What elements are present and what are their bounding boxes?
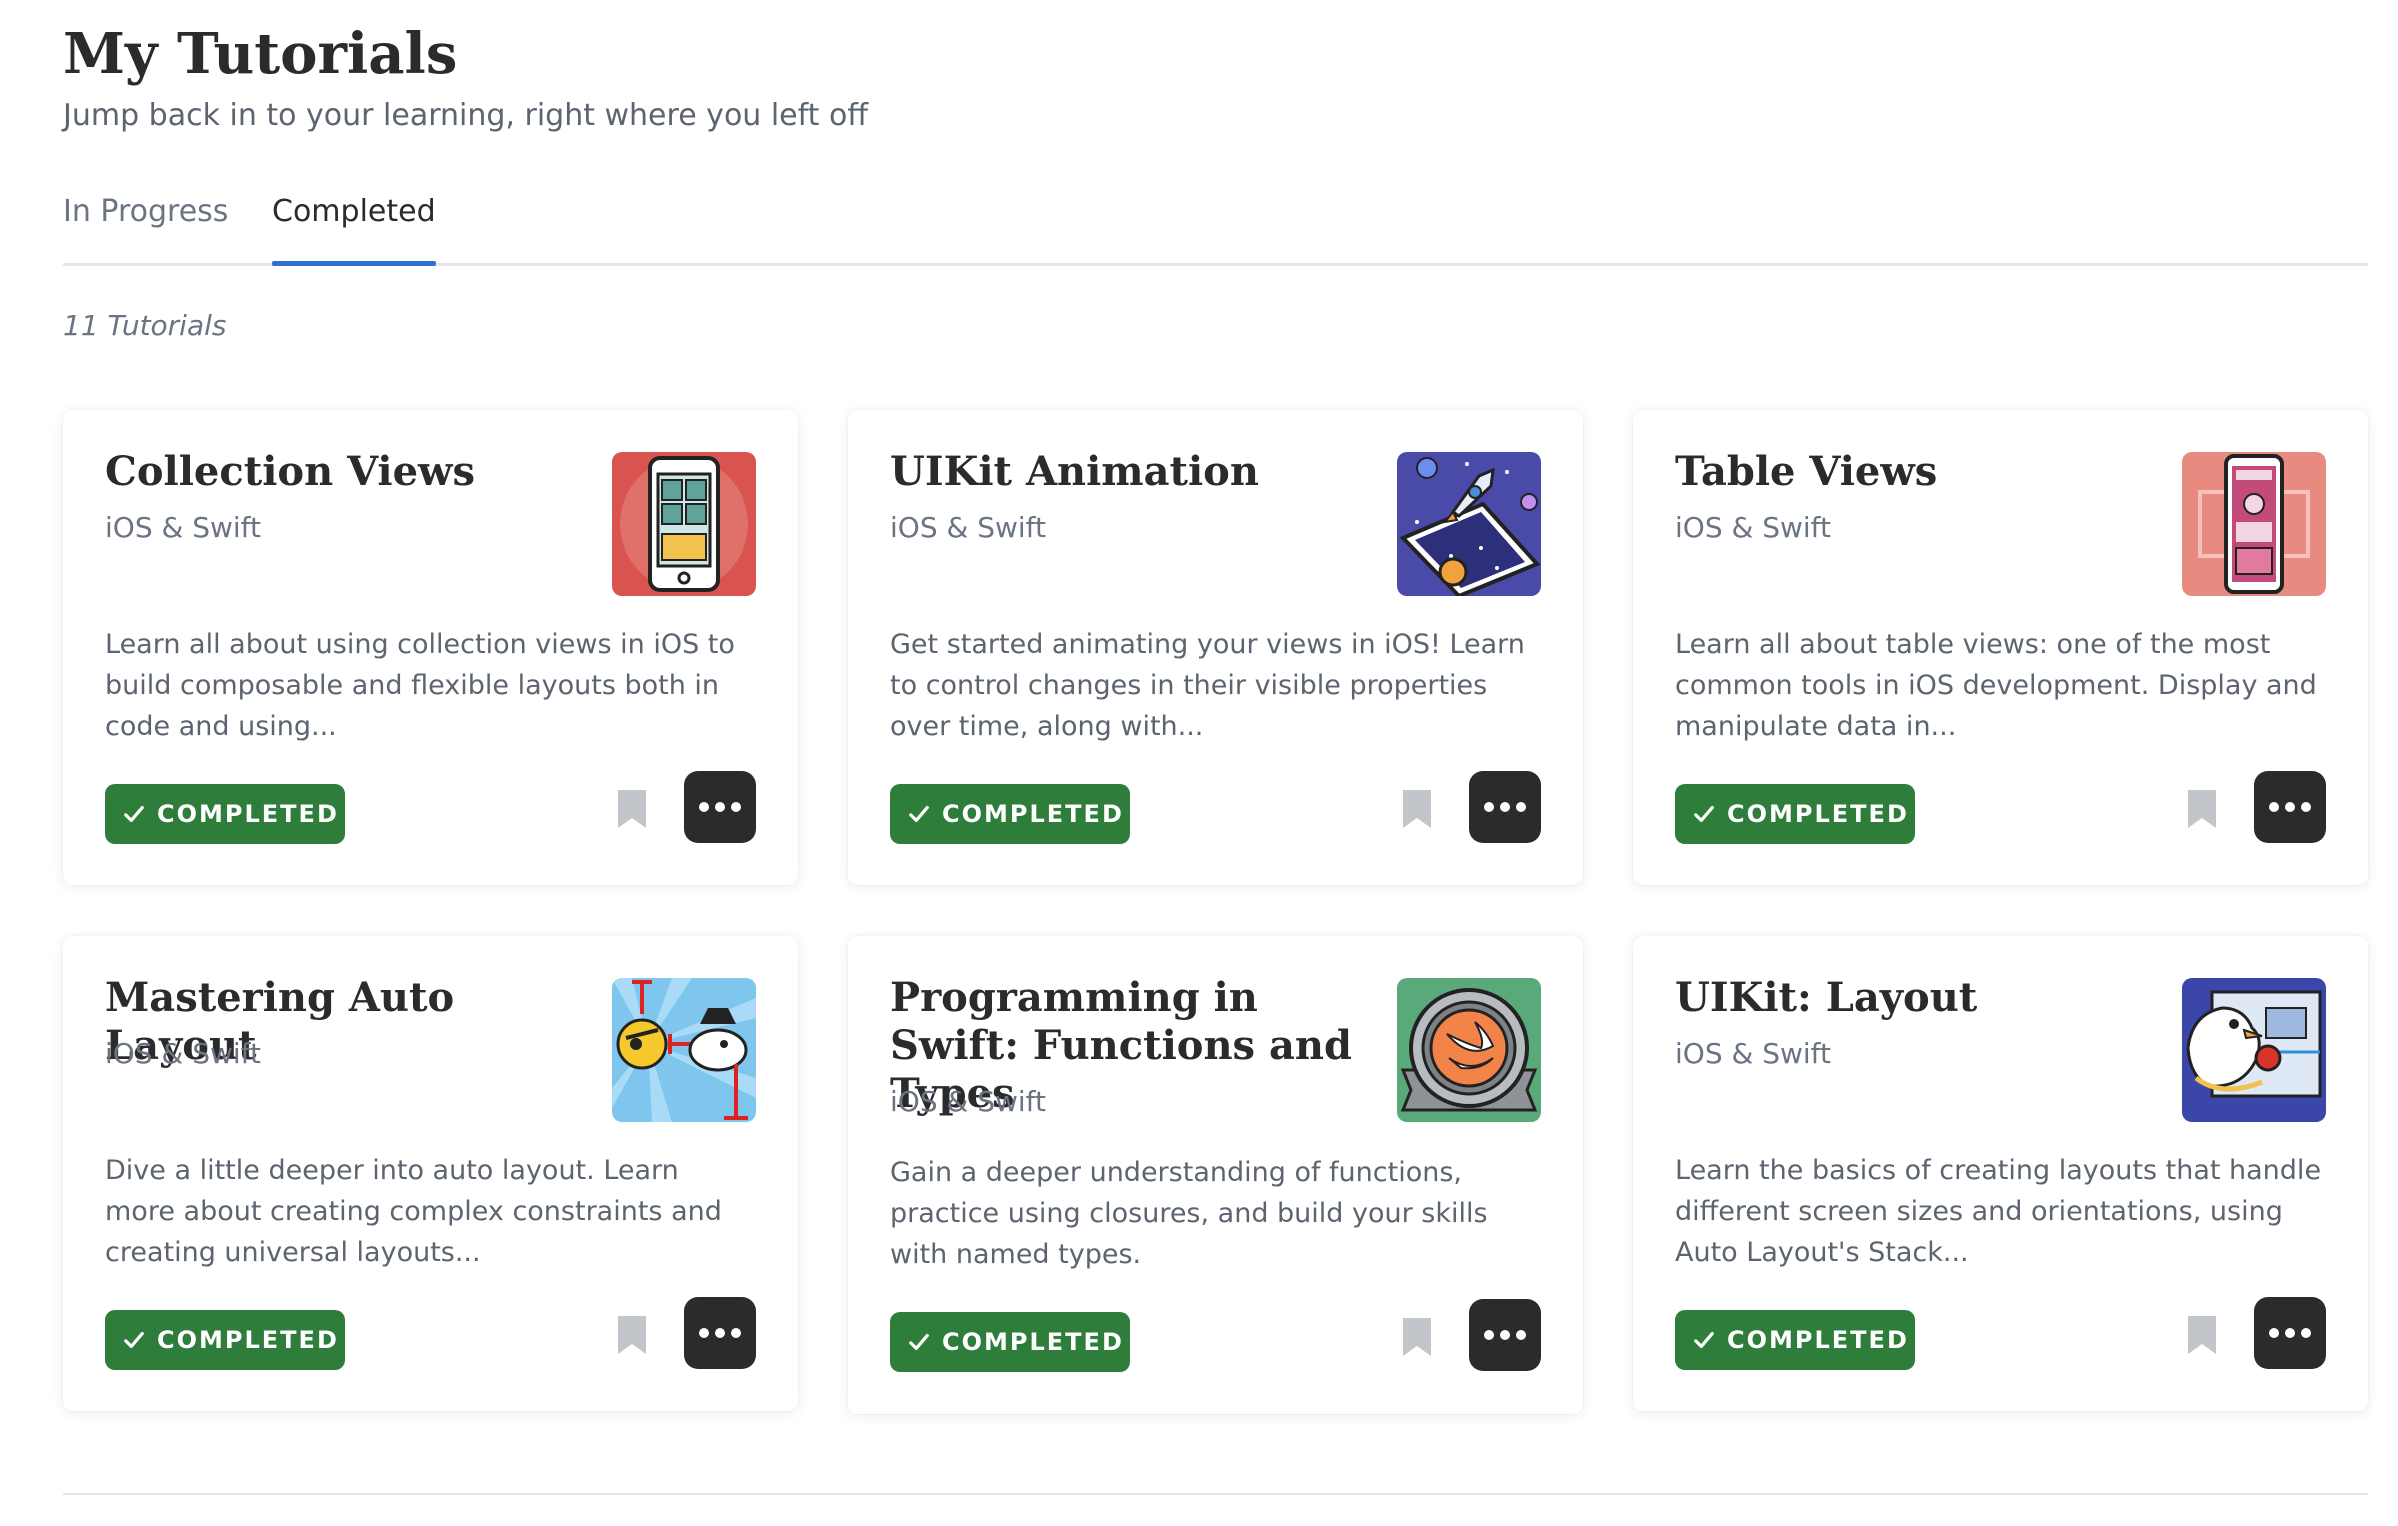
tutorial-card[interactable]: Collection Views iOS & Swift Learn all a… bbox=[63, 410, 798, 885]
page-title: My Tutorials bbox=[63, 21, 458, 87]
phone-table-illustration-icon bbox=[2182, 452, 2326, 596]
bird-layout-illustration-icon bbox=[2182, 978, 2326, 1122]
pirate-sun-bird-illustration-icon bbox=[612, 978, 756, 1122]
completed-badge[interactable]: COMPLETED bbox=[890, 784, 1130, 844]
bookmark-icon[interactable] bbox=[1401, 1316, 1433, 1358]
section-divider bbox=[63, 1493, 2368, 1495]
card-category: iOS & Swift bbox=[105, 1037, 262, 1070]
tutorial-card[interactable]: Programming in Swift: Functions and Type… bbox=[848, 936, 1583, 1414]
card-category: iOS & Swift bbox=[1675, 1037, 1832, 1070]
more-options-button[interactable] bbox=[2254, 1297, 2326, 1369]
completed-badge[interactable]: COMPLETED bbox=[105, 784, 345, 844]
more-options-button[interactable] bbox=[684, 771, 756, 843]
rocket-phone-illustration-icon bbox=[1397, 452, 1541, 596]
card-thumbnail[interactable] bbox=[612, 452, 756, 596]
checkmark-icon bbox=[1694, 1331, 1714, 1349]
card-description: Get started animating your views in iOS!… bbox=[890, 629, 1525, 742]
card-category: iOS & Swift bbox=[1675, 511, 1832, 544]
checkmark-icon bbox=[909, 1333, 929, 1351]
swift-medal-illustration-icon bbox=[1397, 978, 1541, 1122]
checkmark-icon bbox=[124, 1331, 144, 1349]
card-description: Gain a deeper understanding of functions… bbox=[890, 1157, 1488, 1270]
card-category: iOS & Swift bbox=[890, 1085, 1047, 1118]
card-thumbnail[interactable] bbox=[2182, 978, 2326, 1122]
card-title[interactable]: Table Views bbox=[1675, 448, 2175, 496]
completed-badge-label: COMPLETED bbox=[942, 1328, 1124, 1356]
card-thumbnail[interactable] bbox=[1397, 452, 1541, 596]
bookmark-icon[interactable] bbox=[2186, 1314, 2218, 1356]
completed-badge[interactable]: COMPLETED bbox=[1675, 1310, 1915, 1370]
card-category: iOS & Swift bbox=[890, 511, 1047, 544]
completed-badge-label: COMPLETED bbox=[1727, 800, 1909, 828]
bookmark-icon[interactable] bbox=[616, 1314, 648, 1356]
checkmark-icon bbox=[1694, 805, 1714, 823]
completed-badge-label: COMPLETED bbox=[1727, 1326, 1909, 1354]
tutorial-card[interactable]: UIKit: Layout iOS & Swift Learn the basi… bbox=[1633, 936, 2368, 1411]
card-thumbnail[interactable] bbox=[2182, 452, 2326, 596]
completed-badge-label: COMPLETED bbox=[157, 1326, 339, 1354]
checkmark-icon bbox=[124, 805, 144, 823]
card-category: iOS & Swift bbox=[105, 511, 262, 544]
card-description: Dive a little deeper into auto layout. L… bbox=[105, 1155, 722, 1268]
more-options-button[interactable] bbox=[2254, 771, 2326, 843]
card-thumbnail[interactable] bbox=[612, 978, 756, 1122]
tutorial-card[interactable]: UIKit Animation iOS & Swift Get started … bbox=[848, 410, 1583, 885]
card-description: Learn all about table views: one of the … bbox=[1675, 629, 2317, 742]
card-description: Learn all about using collection views i… bbox=[105, 629, 735, 742]
completed-badge-label: COMPLETED bbox=[942, 800, 1124, 828]
tutorial-count: 11 Tutorials bbox=[63, 309, 227, 342]
completed-badge-label: COMPLETED bbox=[157, 800, 339, 828]
card-description: Learn the basics of creating layouts tha… bbox=[1675, 1155, 2322, 1268]
tab-completed[interactable]: Completed bbox=[272, 182, 436, 266]
card-thumbnail[interactable] bbox=[1397, 978, 1541, 1122]
more-options-button[interactable] bbox=[1469, 1299, 1541, 1371]
tutorial-card[interactable]: Mastering Auto Layout iOS & Swift Dive a… bbox=[63, 936, 798, 1411]
card-title[interactable]: UIKit: Layout bbox=[1675, 974, 2175, 1022]
tab-bar: In Progress Completed bbox=[63, 182, 2368, 266]
checkmark-icon bbox=[909, 805, 929, 823]
bookmark-icon[interactable] bbox=[616, 788, 648, 830]
bookmark-icon[interactable] bbox=[1401, 788, 1433, 830]
card-title[interactable]: Collection Views bbox=[105, 448, 605, 496]
page-subtitle: Jump back in to your learning, right whe… bbox=[63, 98, 868, 133]
more-options-button[interactable] bbox=[684, 1297, 756, 1369]
tutorial-card[interactable]: Table Views iOS & Swift Learn all about … bbox=[1633, 410, 2368, 885]
completed-badge[interactable]: COMPLETED bbox=[1675, 784, 1915, 844]
completed-badge[interactable]: COMPLETED bbox=[105, 1310, 345, 1370]
phone-grid-illustration-icon bbox=[612, 452, 756, 596]
card-title[interactable]: UIKit Animation bbox=[890, 448, 1390, 496]
more-options-button[interactable] bbox=[1469, 771, 1541, 843]
bookmark-icon[interactable] bbox=[2186, 788, 2218, 830]
completed-badge[interactable]: COMPLETED bbox=[890, 1312, 1130, 1372]
tab-in-progress[interactable]: In Progress bbox=[63, 182, 228, 263]
